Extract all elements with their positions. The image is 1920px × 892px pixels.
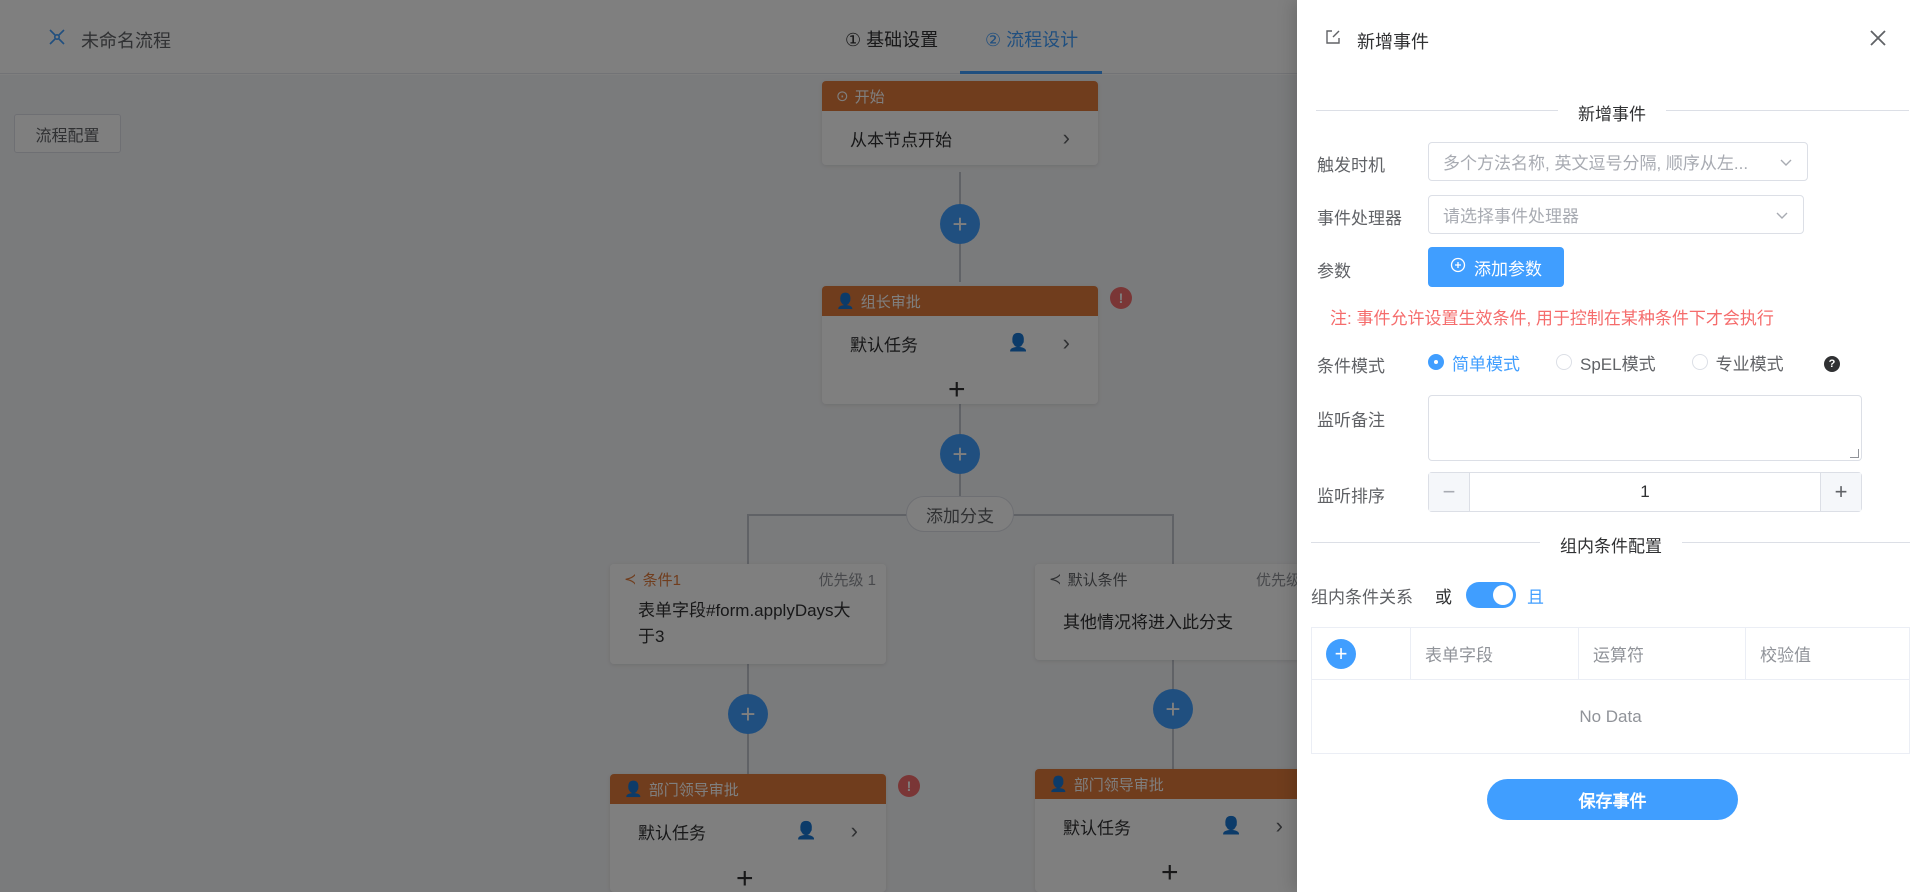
add-event-drawer: 新增事件 新增事件 触发时机 多个方法名称, 英文逗号分隔, 顺序从左... 事… [1297, 0, 1920, 892]
listen-order-value[interactable]: 1 [1470, 473, 1820, 511]
plus-circle-icon [1450, 257, 1466, 278]
listen-order-stepper: − 1 + [1428, 472, 1862, 512]
save-event-button[interactable]: 保存事件 [1487, 779, 1738, 820]
handler-select[interactable]: 请选择事件处理器 [1428, 195, 1804, 234]
help-icon[interactable]: ? [1824, 356, 1840, 372]
column-header-check-value: 校验值 [1760, 646, 1811, 665]
params-label: 参数 [1317, 262, 1351, 281]
group-section-title: 组内条件配置 [1540, 532, 1682, 557]
relation-toggle-switch[interactable] [1466, 582, 1516, 608]
radio-dot [1691, 354, 1708, 370]
resize-handle-icon[interactable] [1850, 449, 1859, 458]
table-header: + 表单字段 运算符 校验值 [1312, 628, 1909, 680]
group-relation-label: 组内条件关系 [1311, 587, 1413, 607]
radio-pro-mode[interactable]: 专业模式 [1691, 350, 1784, 375]
handler-placeholder: 请选择事件处理器 [1443, 207, 1579, 226]
radio-spel-mode[interactable]: SpEL模式 [1556, 350, 1656, 375]
trigger-label: 触发时机 [1317, 156, 1385, 175]
table-empty-text: No Data [1579, 707, 1642, 726]
chevron-down-icon [1775, 208, 1789, 222]
drawer-title: 新增事件 [1357, 32, 1429, 52]
condition-note: 注: 事件允许设置生效条件, 用于控制在某种条件下才会执行 [1330, 309, 1774, 328]
table-add-cell: + [1312, 628, 1411, 679]
condition-mode-label: 条件模式 [1317, 357, 1385, 376]
radio-simple-mode[interactable]: 简单模式 [1428, 350, 1520, 375]
column-header-operator: 运算符 [1579, 628, 1746, 679]
edit-icon [1324, 28, 1342, 46]
trigger-select[interactable]: 多个方法名称, 英文逗号分隔, 顺序从左... [1428, 142, 1808, 181]
group-relation-row: 组内条件关系 或 且 [1311, 582, 1544, 608]
trigger-placeholder: 多个方法名称, 英文逗号分隔, 顺序从左... [1443, 154, 1749, 173]
condition-mode-radio-group: 简单模式 SpEL模式 专业模式 [1428, 350, 1820, 374]
radio-dot [1428, 354, 1444, 370]
relation-or-label: 或 [1435, 587, 1452, 607]
relation-and-label: 且 [1527, 587, 1544, 607]
close-icon[interactable] [1866, 26, 1890, 50]
add-param-button[interactable]: 添加参数 [1428, 247, 1564, 287]
column-header-form-field: 表单字段 [1411, 628, 1579, 679]
handler-label: 事件处理器 [1317, 209, 1402, 228]
increment-button[interactable]: + [1820, 473, 1861, 511]
listen-note-textarea[interactable] [1428, 395, 1862, 461]
listen-note-label: 监听备注 [1317, 411, 1385, 430]
listen-order-label: 监听排序 [1317, 487, 1385, 506]
add-condition-button[interactable]: + [1326, 638, 1356, 669]
condition-table: + 表单字段 运算符 校验值 No Data [1311, 627, 1910, 754]
chevron-down-icon [1779, 155, 1793, 169]
section-title: 新增事件 [1558, 100, 1666, 125]
decrement-button[interactable]: − [1429, 473, 1470, 511]
radio-dot [1556, 354, 1572, 370]
